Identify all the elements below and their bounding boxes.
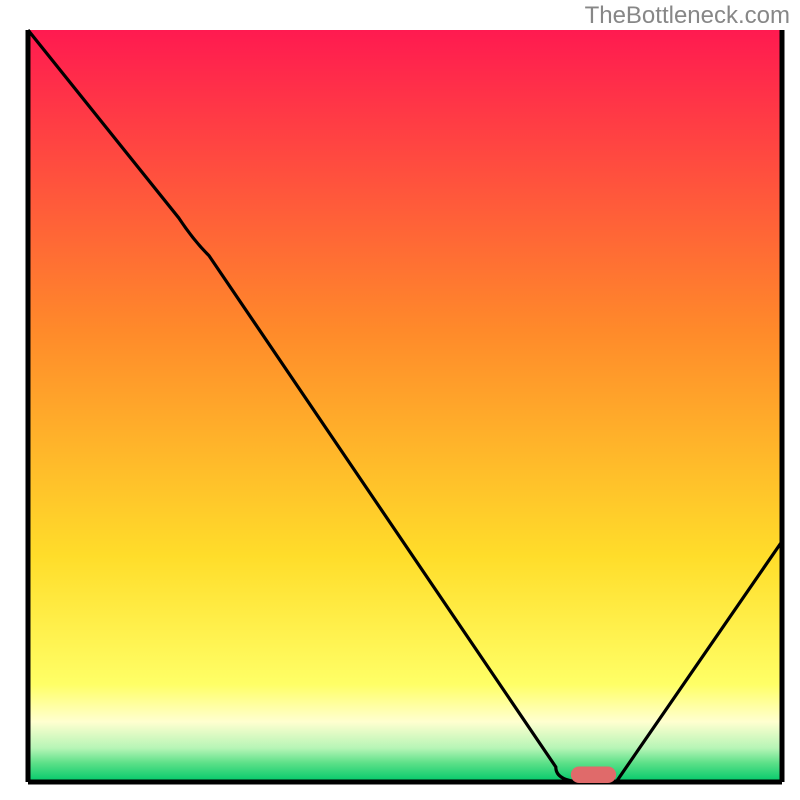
optimal-zone-marker	[571, 766, 616, 783]
bottleneck-chart	[0, 0, 800, 800]
chart-container: TheBottleneck.com	[0, 0, 800, 800]
watermark-text: TheBottleneck.com	[585, 2, 790, 30]
gradient-background	[28, 30, 782, 782]
